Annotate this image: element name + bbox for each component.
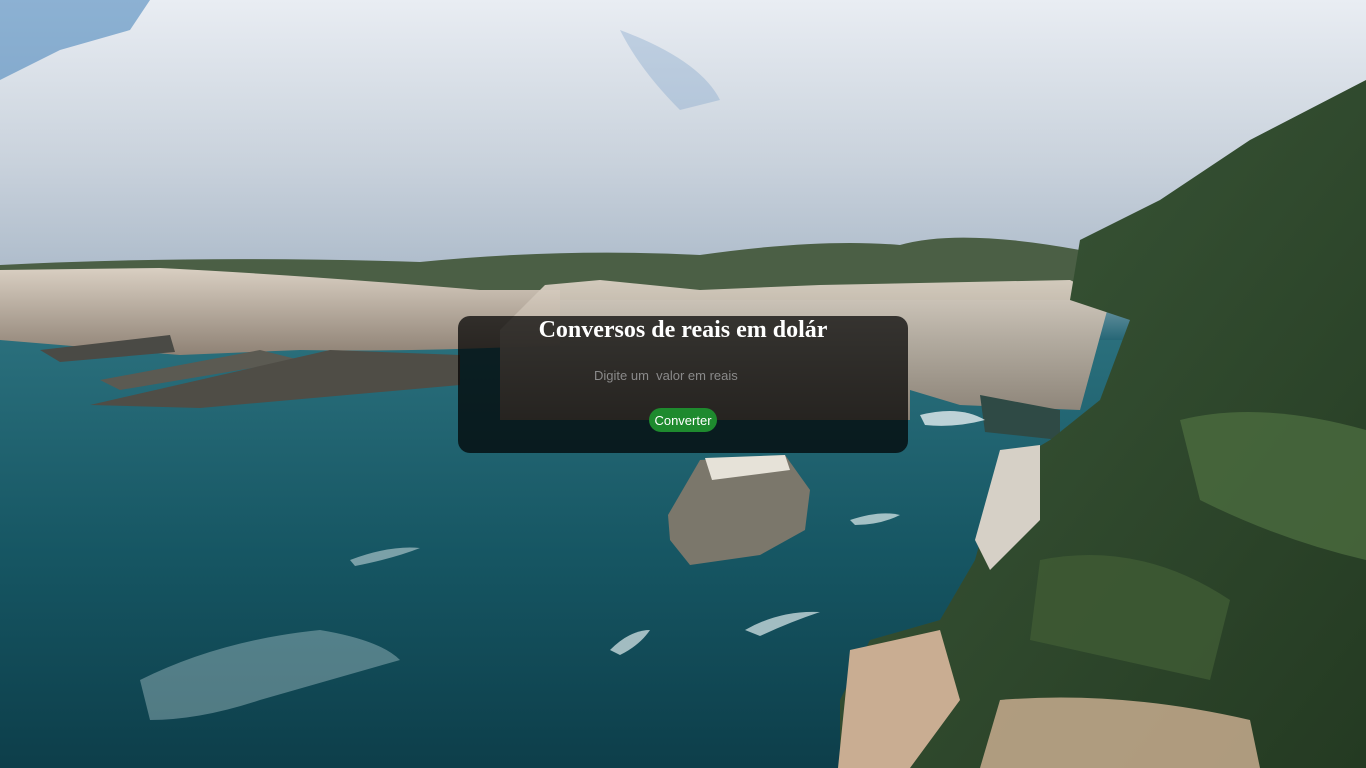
convert-button[interactable]: Converter	[649, 408, 717, 432]
converter-title: Conversos de reais em dolár	[538, 317, 828, 343]
amount-input[interactable]	[588, 364, 778, 386]
converter-panel: Conversos de reais em dolár Converter	[458, 316, 908, 453]
